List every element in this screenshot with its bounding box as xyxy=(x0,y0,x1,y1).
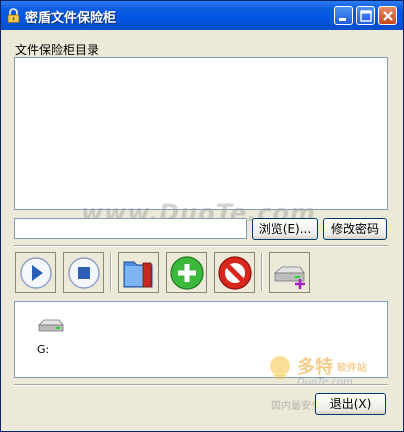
vault-directory-list[interactable] xyxy=(14,57,388,210)
maximize-button[interactable] xyxy=(356,6,375,25)
forbidden-icon xyxy=(218,256,252,290)
app-window: 密盾文件保险柜 文件保险柜目录 www.DuoTe.com 浏览(E)... 修… xyxy=(0,0,404,432)
logo-main: 多特 xyxy=(297,357,333,378)
drive-label: G: xyxy=(37,343,50,356)
window-title: 密盾文件保险柜 xyxy=(25,11,117,26)
footer-separator xyxy=(14,384,388,386)
open-vault-button[interactable] xyxy=(118,252,159,293)
folder-icon xyxy=(123,261,153,288)
lock-icon xyxy=(7,8,20,23)
remove-file-button[interactable] xyxy=(214,252,255,293)
close-button[interactable] xyxy=(378,6,397,25)
browse-button[interactable]: 浏览(E)... xyxy=(252,218,318,240)
play-icon xyxy=(20,257,52,289)
drive-icon xyxy=(38,319,64,332)
minimize-icon xyxy=(339,18,346,21)
path-input[interactable] xyxy=(14,218,247,239)
add-file-button[interactable] xyxy=(166,252,207,293)
stop-button[interactable] xyxy=(63,252,104,293)
toolbar-separator-top xyxy=(14,245,388,247)
close-icon xyxy=(383,11,393,21)
toolbar-separator xyxy=(261,253,263,291)
logo-url: DuoTe.com xyxy=(297,377,353,388)
exit-button[interactable]: 退出(X) xyxy=(315,393,386,415)
minimize-button[interactable] xyxy=(334,6,353,25)
directory-label: 文件保险柜目录 xyxy=(15,43,100,57)
add-drive-icon xyxy=(273,266,305,289)
add-icon xyxy=(170,256,204,290)
start-button[interactable] xyxy=(15,252,56,293)
drive-item[interactable] xyxy=(37,318,73,337)
maximize-icon xyxy=(360,10,372,22)
duote-logo-icon xyxy=(270,356,290,380)
logo-sub: 软件站 xyxy=(337,363,367,374)
add-drive-button[interactable] xyxy=(269,252,310,293)
toolbar-separator xyxy=(110,253,112,291)
stop-icon xyxy=(68,257,100,289)
change-password-button[interactable]: 修改密码 xyxy=(323,218,387,240)
title-bar[interactable]: 密盾文件保险柜 xyxy=(1,1,403,30)
